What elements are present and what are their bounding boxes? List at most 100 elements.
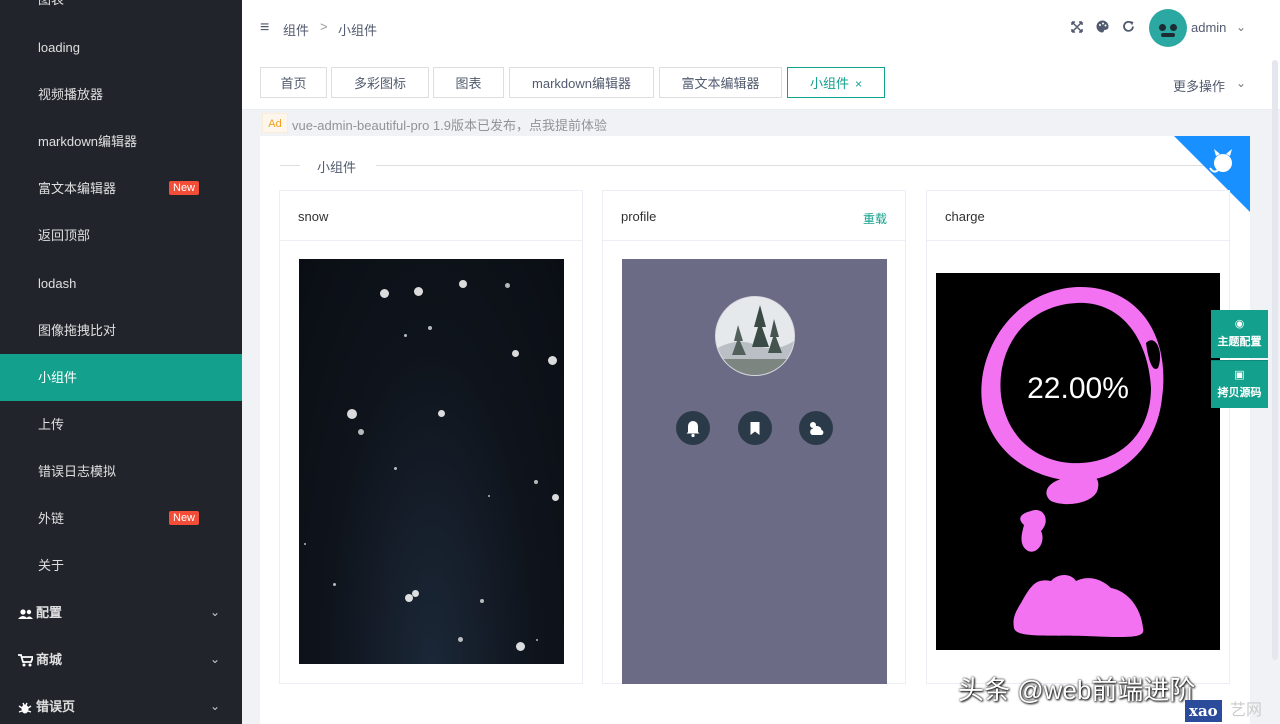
sidebar-item-label: 图像拖拽比对 — [38, 323, 117, 338]
bell-button[interactable] — [676, 411, 710, 445]
snowflake — [488, 495, 490, 497]
copy-source-label: 拷贝源码 — [1217, 387, 1262, 399]
card-title: snow — [298, 209, 329, 224]
snow-animation — [299, 259, 564, 664]
sidebar-item-error-log[interactable]: 错误日志模拟 — [0, 448, 242, 495]
breadcrumb-separator: > — [320, 19, 328, 34]
bookmark-button[interactable] — [738, 411, 772, 445]
scrollbar[interactable] — [1272, 60, 1278, 660]
card-title: charge — [945, 209, 985, 224]
snowflake — [480, 599, 484, 603]
ad-tag: Ad — [262, 113, 288, 133]
chevron-down-icon: ⌄ — [210, 605, 221, 619]
snowflake — [413, 286, 423, 296]
copy-source-button[interactable]: ▣ 拷贝源码 — [1211, 360, 1268, 408]
charge-graphic — [981, 286, 1164, 638]
sidebar-group-label: 错误页 — [36, 699, 76, 714]
snowflake — [304, 543, 306, 545]
users-cog-icon — [18, 589, 34, 636]
profile-avatar — [715, 296, 795, 376]
top-header: ≡ 组件 > 小组件 admin ⌄ — [242, 0, 1280, 58]
sidebar-item-upload[interactable]: 上传 — [0, 401, 242, 448]
sidebar-group-config[interactable]: 配置 ⌄ — [0, 589, 242, 636]
card-header: snow — [280, 191, 582, 241]
tab-home[interactable]: 首页 — [260, 67, 327, 98]
snowflake — [504, 282, 510, 288]
sidebar-item-video-player[interactable]: 视频播放器 — [0, 71, 242, 118]
snowflake — [358, 429, 364, 435]
reload-button[interactable]: 重载 — [863, 210, 887, 227]
sidebar-item-label: markdown编辑器 — [38, 134, 137, 149]
tab-widgets[interactable]: 小组件 × — [787, 67, 885, 98]
sidebar-item-about[interactable]: 关于 — [0, 542, 242, 589]
tab-label: 首页 — [280, 76, 307, 91]
snowflake — [379, 288, 389, 298]
tab-label: 富文本编辑器 — [681, 76, 760, 91]
ad-link[interactable]: vue-admin-beautiful-pro 1.9版本已发布，点我提前体验 — [292, 115, 607, 134]
theme-config-button[interactable]: ◉ 主题配置 — [1211, 310, 1268, 358]
cloud-sun-icon — [810, 422, 824, 435]
tab-label: 小组件 — [809, 76, 849, 91]
snowflake — [403, 333, 407, 337]
snowflake — [511, 349, 519, 357]
sidebar-item-label: 外链 — [38, 511, 65, 526]
more-operations-button[interactable]: 更多操作 — [1173, 76, 1225, 95]
sidebar-item-lodash[interactable]: lodash — [0, 260, 242, 307]
sidebar-item-charts[interactable]: 图表 — [0, 0, 242, 23]
tab-label: 多彩图标 — [353, 76, 406, 91]
sidebar-item-back-to-top[interactable]: 返回顶部 — [0, 212, 242, 259]
card-title: profile — [621, 209, 657, 224]
sidebar-group-shop[interactable]: 商城 ⌄ — [0, 636, 242, 683]
sidebar-item-label: 关于 — [38, 558, 65, 573]
watermark-text: 头条 @web前端进阶 — [958, 675, 1196, 705]
bookmark-icon — [750, 422, 760, 435]
palette-icon[interactable] — [1096, 20, 1109, 36]
sidebar-item-label: 视频播放器 — [38, 87, 104, 102]
sidebar-item-loading[interactable]: loading — [0, 24, 242, 71]
fullscreen-icon[interactable] — [1071, 20, 1083, 36]
shopping-cart-icon — [18, 636, 35, 683]
tabs-bar: 首页 多彩图标 图表 markdown编辑器 富文本编辑器 小组件 × 更多操作 … — [242, 57, 1280, 110]
snowflake — [437, 409, 445, 417]
section-title: 小组件 — [317, 160, 357, 175]
watermark-logo: xao — [1185, 700, 1222, 722]
snowflake — [411, 589, 419, 597]
snowflake — [332, 582, 336, 586]
sidebar-item-external-link[interactable]: 外链 New — [0, 495, 242, 542]
laptop-icon: ▣ — [1234, 369, 1245, 381]
bell-icon — [686, 421, 700, 438]
sidebar-item-widgets[interactable]: 小组件 — [0, 354, 242, 401]
tab-charts[interactable]: 图表 — [433, 67, 504, 98]
username[interactable]: admin — [1191, 20, 1226, 35]
tab-colorful-icons[interactable]: 多彩图标 — [331, 67, 429, 98]
tab-rich-text-editor[interactable]: 富文本编辑器 — [659, 67, 782, 98]
snowflake — [347, 409, 357, 419]
refresh-icon[interactable] — [1122, 20, 1135, 36]
divider — [376, 165, 1206, 166]
snowflake — [547, 355, 557, 365]
close-icon[interactable]: × — [855, 77, 862, 91]
sidebar-item-markdown-editor[interactable]: markdown编辑器 — [0, 118, 242, 165]
sidebar-item-rich-text-editor[interactable]: 富文本编辑器 New — [0, 165, 242, 212]
sidebar: 图表 loading 视频播放器 markdown编辑器 富文本编辑器 New 返… — [0, 0, 242, 724]
sidebar-item-label: loading — [38, 40, 80, 55]
sidebar-group-label: 配置 — [36, 605, 63, 620]
snowflake — [457, 636, 463, 642]
sidebar-item-label: 返回顶部 — [38, 228, 91, 243]
chevron-down-icon[interactable]: ⌄ — [1236, 20, 1246, 34]
weather-button[interactable] — [799, 411, 833, 445]
sidebar-group-error-page[interactable]: 错误页 ⌄ — [0, 683, 242, 724]
avatar[interactable] — [1149, 9, 1187, 47]
menu-fold-icon[interactable]: ≡ — [260, 19, 269, 37]
snowflake — [536, 639, 538, 641]
chevron-down-icon[interactable]: ⌄ — [1236, 76, 1246, 90]
breadcrumb-item[interactable]: 组件 — [283, 20, 309, 39]
tab-markdown-editor[interactable]: markdown编辑器 — [509, 67, 654, 98]
tab-label: 图表 — [455, 76, 482, 91]
chevron-down-icon: ⌄ — [210, 699, 221, 713]
sidebar-item-image-compare[interactable]: 图像拖拽比对 — [0, 307, 242, 354]
divider — [280, 165, 300, 166]
sidebar-item-label: 小组件 — [38, 370, 78, 385]
watermark-logo-text: 艺网 — [1230, 702, 1263, 719]
tab-label: markdown编辑器 — [532, 76, 631, 91]
